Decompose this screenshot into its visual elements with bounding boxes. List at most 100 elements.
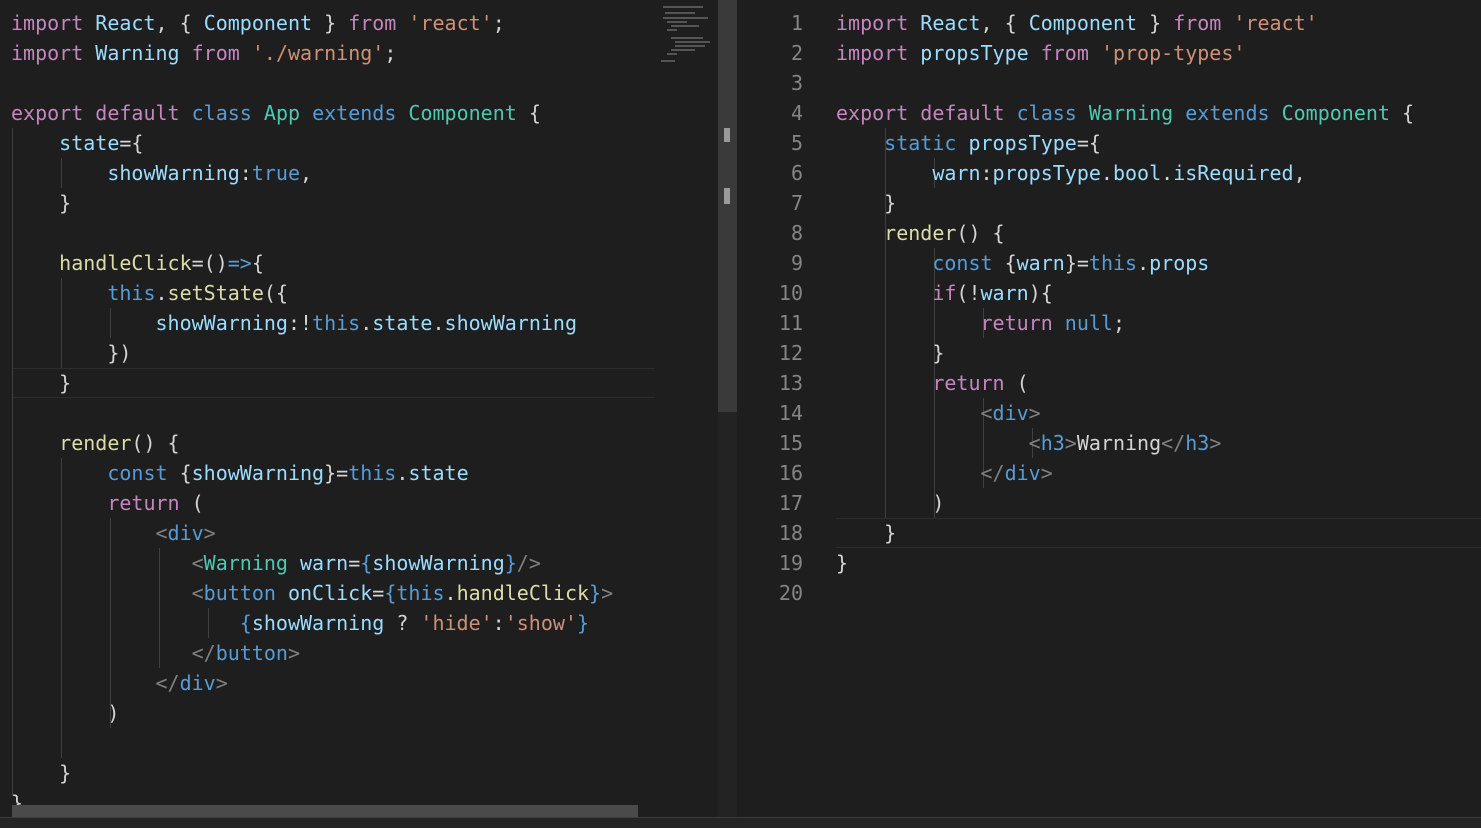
code-token: Warning [1088,101,1174,125]
code-line[interactable]: const {showWarning}=this.state [11,458,469,488]
code-line[interactable]: } [11,188,71,218]
code-token: . [1100,161,1113,185]
code-line[interactable]: warn:propsType.bool.isRequired, [836,158,1306,188]
code-line[interactable]: } [836,518,896,548]
code-line[interactable]: } [11,758,71,788]
code-line[interactable]: import Warning from './warning'; [11,38,396,68]
code-line[interactable]: this.setState({ [11,278,288,308]
code-line[interactable]: <button onClick={this.handleClick}> [11,578,614,608]
code-token: showWarning [372,551,505,575]
minimap-line [665,12,695,14]
minimap-line [675,45,705,47]
code-token: ){ [1028,281,1053,305]
line-number: 8 [790,221,803,245]
code-line[interactable]: if(!warn){ [836,278,1053,308]
code-token: warn [932,161,981,185]
code-line[interactable]: return null; [836,308,1126,338]
code-token: } [11,761,72,785]
code-line[interactable]: ) [836,488,944,518]
code-line[interactable]: return ( [11,488,203,518]
code-token: > [1209,431,1222,455]
code-line[interactable]: static propsType={ [836,128,1101,158]
vertical-scrollbar[interactable] [718,0,737,827]
code-token: { [239,611,252,635]
line-number: 6 [790,161,803,185]
line-number: 11 [778,311,803,335]
code-line[interactable]: import React, { Component } from 'react' [836,8,1318,38]
code-token: ? [384,611,421,635]
code-token: class [1016,101,1077,125]
code-line[interactable]: ) [11,698,119,728]
code-line[interactable]: <div> [11,518,216,548]
code-token: /> [516,551,541,575]
current-line-highlight [12,368,655,398]
minimap-line [671,25,699,27]
code-token: , [1293,161,1306,185]
code-line[interactable]: </div> [11,668,228,698]
code-line[interactable]: <h3>Warning</h3> [836,428,1222,458]
code-token: . [432,311,445,335]
code-line[interactable]: </div> [836,458,1053,488]
code-token: return [980,311,1053,335]
code-line[interactable]: }) [11,338,131,368]
code-line[interactable]: } [836,188,896,218]
left-editor-pane[interactable]: import React, { Component } from 'react'… [0,0,655,827]
code-token: Component [408,101,517,125]
code-token: < [155,521,168,545]
minimap[interactable] [655,0,718,827]
code-line[interactable]: } [836,338,944,368]
code-line[interactable]: </button> [11,638,300,668]
code-line[interactable]: } [836,548,848,578]
code-token: } [836,551,849,575]
code-token: export [836,101,909,125]
code-line[interactable]: export default class Warning extends Com… [836,98,1414,128]
code-token: } [504,551,517,575]
line-number: 14 [778,401,803,425]
code-token: state [408,461,469,485]
horizontal-scrollbar[interactable] [12,805,638,817]
code-token: this [107,281,156,305]
scrollbar-thumb[interactable] [718,0,737,412]
code-token: Component [203,11,313,35]
code-line[interactable]: render() { [836,218,1004,248]
code-token: onClick [287,581,373,605]
code-line[interactable]: export default class App extends Compone… [11,98,541,128]
code-line[interactable]: handleClick=()=>{ [11,248,264,278]
code-token: return [107,491,180,515]
code-line[interactable]: import React, { Component } from 'react'… [11,8,505,38]
code-token: : [239,161,252,185]
code-line[interactable]: state={ [11,128,143,158]
code-token: . [1137,251,1150,275]
code-token: > [1064,431,1077,455]
code-line[interactable]: <Warning warn={showWarning}/> [11,548,541,578]
code-line[interactable]: const {warn}=this.props [836,248,1209,278]
code-line[interactable]: } [11,368,71,398]
code-line[interactable]: <div> [836,398,1041,428]
code-token: propsType [920,41,1029,65]
code-token: warn [980,281,1029,305]
code-token: 'react' [1233,11,1318,35]
code-token: const [107,461,168,485]
code-line[interactable]: {showWarning ? 'hide':'show'} [11,608,589,638]
code-line[interactable]: showWarning:true, [11,158,312,188]
code-token: extends [1185,101,1270,125]
code-line[interactable]: return ( [836,368,1028,398]
line-number: 12 [778,341,803,365]
line-number: 7 [790,191,803,215]
code-line[interactable]: render() { [11,428,179,458]
right-editor-pane[interactable]: 1 2 3 4 5 6 7 8 9 10 11 12 13 14 15 16 17 18 19 20 import R… [737,0,1481,827]
code-line[interactable]: showWarning:!this.state.showWarning [11,308,577,338]
code-token: . [360,311,373,335]
code-token: from [191,41,240,65]
code-line[interactable]: import propsType from 'prop-types' [836,38,1245,68]
